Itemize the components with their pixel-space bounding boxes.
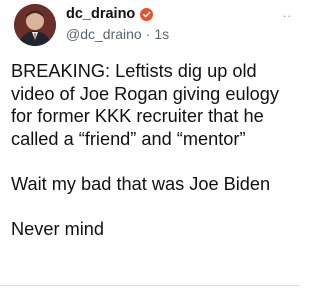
- author-handle[interactable]: @dc_draino: [66, 26, 142, 42]
- author-display-name[interactable]: dc_draino: [66, 6, 135, 22]
- tweet-card: dc_draino @dc_draino · 1s .. BREAKING: L…: [0, 0, 300, 290]
- verified-badge-icon: [140, 7, 154, 21]
- tweet-paragraph: Wait my bad that was Joe Biden: [11, 173, 271, 194]
- tweet-paragraph: Never mind: [11, 218, 104, 239]
- tweet-body: BREAKING: Leftists dig up old video of J…: [11, 60, 294, 240]
- tweet-timestamp[interactable]: 1s: [154, 26, 169, 42]
- meta-separator: ·: [145, 26, 151, 42]
- tweet-paragraph: BREAKING: Leftists dig up old video of J…: [11, 61, 279, 149]
- author-name-row: dc_draino: [66, 6, 154, 22]
- divider: [0, 285, 300, 286]
- avatar[interactable]: [14, 4, 56, 46]
- more-options-icon[interactable]: ..: [283, 6, 292, 19]
- author-handle-row: @dc_draino · 1s: [66, 26, 169, 42]
